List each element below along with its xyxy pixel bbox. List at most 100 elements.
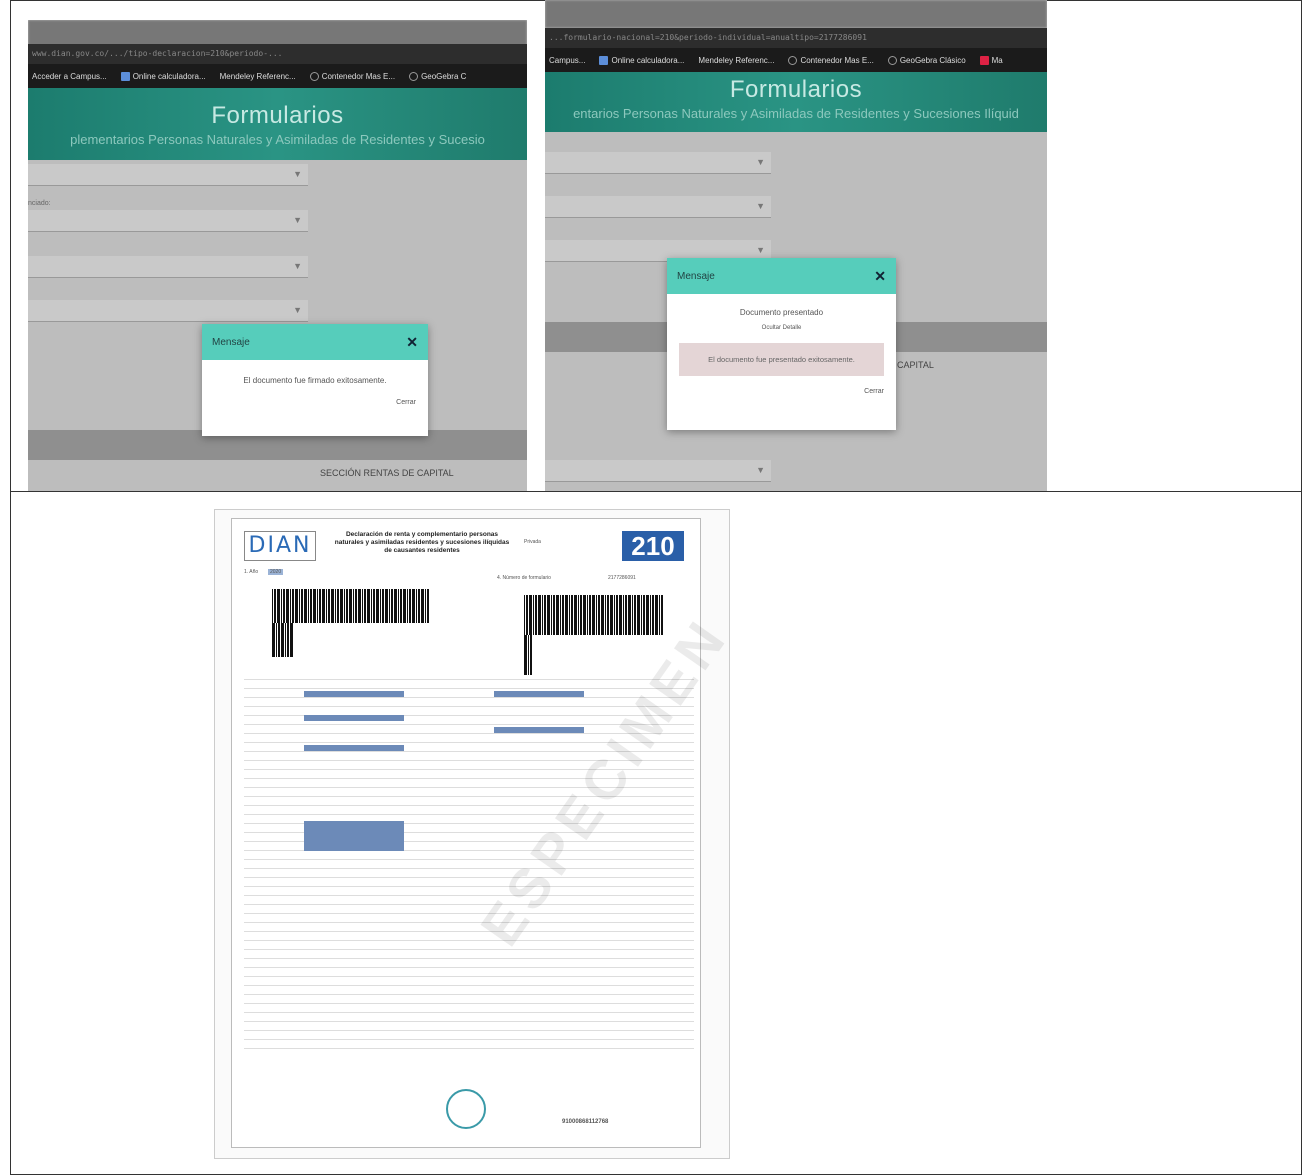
barcode-bar bbox=[285, 623, 286, 657]
address-bar[interactable]: www.dian.gov.co/.../tipo-declaracion=210… bbox=[28, 44, 527, 64]
modal-message: Documento presentado bbox=[739, 308, 824, 317]
barcode-bar bbox=[589, 595, 591, 635]
barcode-bar bbox=[547, 595, 550, 635]
select-field[interactable]: ▼ bbox=[28, 210, 308, 232]
barcode-bar bbox=[587, 595, 588, 635]
form-row bbox=[244, 896, 694, 905]
barcode-bar bbox=[278, 623, 280, 657]
bookmark-geogebra[interactable]: GeoGebra C bbox=[409, 71, 466, 81]
barcode-bar bbox=[529, 595, 532, 635]
barcode-bar bbox=[580, 595, 582, 635]
select-field[interactable]: ▼ bbox=[28, 300, 308, 322]
shaded-cell bbox=[304, 715, 404, 721]
bottom-code: 91000868112768 bbox=[562, 1119, 609, 1125]
barcode-bar bbox=[562, 595, 564, 635]
barcode-bar bbox=[418, 589, 420, 623]
barcode-bar bbox=[398, 589, 399, 623]
form-row bbox=[244, 977, 694, 986]
barcode-2d bbox=[272, 589, 432, 657]
barcode-bar bbox=[560, 595, 561, 635]
barcode-bar bbox=[272, 589, 273, 623]
select-field[interactable]: ▼ bbox=[28, 164, 308, 186]
shaded-cell bbox=[304, 745, 404, 751]
bookmark-mendeley[interactable]: Mendeley Referenc... bbox=[220, 72, 296, 81]
chevron-down-icon: ▼ bbox=[756, 157, 765, 167]
bookmark-mendeley[interactable]: Mendeley Referenc... bbox=[698, 56, 774, 65]
close-icon[interactable]: ✕ bbox=[406, 334, 418, 351]
barcode-bar bbox=[565, 595, 568, 635]
barcode-bar bbox=[610, 595, 613, 635]
hide-detail-link[interactable]: Ocultar Detalle bbox=[667, 325, 896, 343]
form-row bbox=[244, 869, 694, 878]
close-button[interactable]: Cerrar bbox=[202, 399, 428, 406]
close-icon[interactable]: ✕ bbox=[874, 268, 886, 285]
barcode-bar bbox=[637, 595, 640, 635]
barcode-bar bbox=[524, 595, 525, 635]
banner-subtitle: entarios Personas Naturales y Asimiladas… bbox=[573, 106, 1019, 121]
barcode-bar bbox=[290, 623, 293, 657]
address-bar[interactable]: ...formulario-nacional=210&periodo-indiv… bbox=[545, 28, 1047, 48]
form-number: 210 bbox=[622, 531, 684, 561]
barcode-bar bbox=[290, 589, 291, 623]
form-row bbox=[244, 923, 694, 932]
select-field[interactable]: ▼ bbox=[545, 196, 771, 218]
form-row bbox=[244, 968, 694, 977]
form-row bbox=[244, 1004, 694, 1013]
select-field[interactable]: ▼ bbox=[545, 460, 771, 482]
bookmark-calculadora[interactable]: Online calculadora... bbox=[599, 55, 684, 65]
barcode-bar bbox=[272, 623, 275, 657]
chevron-down-icon: ▼ bbox=[293, 169, 302, 179]
bookmark-calculadora[interactable]: Online calculadora... bbox=[120, 71, 206, 81]
barcode-bar bbox=[373, 589, 375, 623]
browser-tabs bbox=[545, 0, 1047, 28]
barcode-bar bbox=[274, 589, 276, 623]
chevron-down-icon: ▼ bbox=[293, 305, 302, 315]
barcode-bar bbox=[335, 589, 336, 623]
bookmark-contenedor[interactable]: Contenedor Mas E... bbox=[309, 71, 395, 81]
barcode-bar bbox=[281, 623, 284, 657]
barcode-bar bbox=[646, 595, 649, 635]
barcode-bar bbox=[601, 595, 604, 635]
barcode-bar bbox=[421, 589, 424, 623]
select-field[interactable]: ▼ bbox=[545, 152, 771, 174]
bookmark-campus[interactable]: Campus... bbox=[549, 56, 585, 65]
form-row bbox=[244, 1013, 694, 1022]
bookmark-campus[interactable]: Acceder a Campus... bbox=[32, 72, 107, 81]
form-row bbox=[244, 1040, 694, 1049]
barcode-bar bbox=[596, 595, 597, 635]
bookmark-contenedor[interactable]: Contenedor Mas E... bbox=[788, 55, 874, 65]
barcode-bar bbox=[409, 589, 411, 623]
close-button[interactable]: Cerrar bbox=[667, 376, 896, 395]
banner-title: Formularios bbox=[211, 102, 344, 129]
barcode-bar bbox=[355, 589, 357, 623]
barcode-bar bbox=[319, 589, 321, 623]
select-field[interactable]: ▼ bbox=[28, 256, 308, 278]
barcode-bar bbox=[344, 589, 345, 623]
barcode-bar bbox=[574, 595, 577, 635]
barcode-bar bbox=[277, 589, 280, 623]
year-value: 2020 bbox=[268, 569, 284, 575]
barcode-bar bbox=[322, 589, 325, 623]
barcode-bar bbox=[538, 595, 541, 635]
form-row bbox=[244, 887, 694, 896]
chevron-down-icon: ▼ bbox=[293, 215, 302, 225]
section-rentas-capital: SECCIÓN RENTAS DE CAPITAL bbox=[320, 468, 454, 478]
barcode-bar bbox=[287, 623, 289, 657]
bookmarks-bar: Acceder a Campus... Online calculadora..… bbox=[28, 64, 527, 88]
message-modal: Mensaje ✕ El documento fue firmado exito… bbox=[202, 324, 428, 436]
shaded-cell bbox=[494, 727, 584, 733]
barcode-bar bbox=[623, 595, 624, 635]
chevron-down-icon: ▼ bbox=[756, 201, 765, 211]
bookmark-ma[interactable]: Ma bbox=[979, 55, 1003, 65]
form-row bbox=[244, 950, 694, 959]
barcode-bar bbox=[346, 589, 348, 623]
chevron-down-icon: ▼ bbox=[756, 465, 765, 475]
barcode-bar bbox=[364, 589, 366, 623]
globe-icon bbox=[887, 55, 897, 65]
form-row bbox=[244, 995, 694, 1004]
modal-header: Mensaje ✕ bbox=[667, 258, 896, 294]
barcode-bar bbox=[367, 589, 370, 623]
form-row bbox=[244, 1022, 694, 1031]
barcode-bar bbox=[607, 595, 609, 635]
bookmark-geogebra[interactable]: GeoGebra Clásico bbox=[887, 55, 966, 65]
